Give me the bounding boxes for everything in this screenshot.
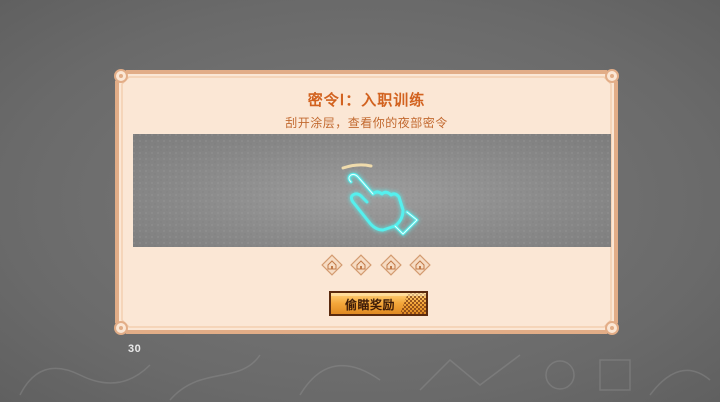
scratch-card-area[interactable] — [133, 134, 611, 247]
reward-slots — [321, 254, 431, 276]
peek-button-label: 偷瞄奖励 — [344, 298, 395, 312]
pointing-hand-icon — [341, 163, 419, 236]
dialog-title: 密令Ⅰ：入职训练 — [307, 92, 426, 109]
dialog-subtitle: 刮开涂层，查看你的夜部密令 — [285, 116, 448, 130]
house-icon — [321, 254, 343, 276]
peek-reward-button[interactable]: 偷瞄奖励 — [328, 290, 429, 317]
mission-dialog: 密令Ⅰ：入职训练 刮开涂层，查看你的夜部密令 偷瞄奖励 — [113, 68, 620, 336]
background-doodle-art — [19, 354, 711, 401]
house-icon — [409, 254, 431, 276]
page-number: 30 — [128, 343, 142, 355]
house-icon — [379, 254, 402, 276]
house-icon — [350, 254, 373, 276]
